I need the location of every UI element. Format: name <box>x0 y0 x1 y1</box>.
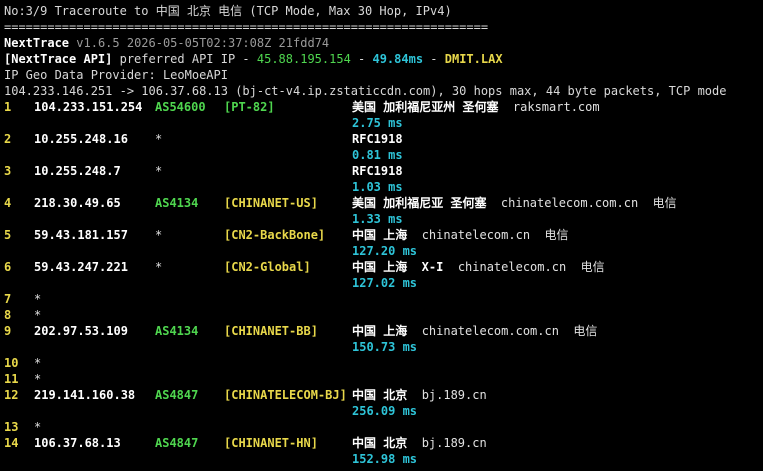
hop-geo: 中国 上海 <box>352 228 408 242</box>
hop-asn: * <box>155 260 163 274</box>
hop-ip: 104.233.151.254 <box>34 100 143 114</box>
hop-latency: 127.20 ms <box>352 244 418 258</box>
hop-geo: 中国 北京 <box>352 388 408 402</box>
hop-network-tag: [CHINATELECOM-BJ] <box>224 388 347 402</box>
hop-asn: * <box>155 228 163 242</box>
hop-number: 7 <box>4 292 12 306</box>
hop-number: 3 <box>4 164 12 178</box>
api-node: DMIT.LAX <box>444 52 503 66</box>
hop-ip: * <box>34 420 42 434</box>
hop-ip: 106.37.68.13 <box>34 436 121 450</box>
hop-geo: RFC1918 <box>352 164 403 178</box>
hop-asn: AS4847 <box>155 436 199 450</box>
hop-network-tag: [PT-82] <box>224 100 275 114</box>
hop-network-tag: [CHINANET-BB] <box>224 324 318 338</box>
hop-geo-line: 中国 上海 chinatelecom.com.cn 电信 <box>352 323 597 339</box>
api-latency: 49.84ms <box>372 52 424 66</box>
hop-geo: 中国 北京 <box>352 436 408 450</box>
tool-version-line: NextTrace v1.6.5 2026-05-05T02:37:08Z 21… <box>4 35 329 51</box>
api-sep-1: - <box>350 52 373 66</box>
hop-geo-line: 中国 上海 chinatelecom.cn 电信 <box>352 227 569 243</box>
hop-number: 4 <box>4 196 12 210</box>
hop-isp: 电信 <box>652 196 677 210</box>
tool-name: NextTrace <box>4 36 70 50</box>
hop-number: 11 <box>4 372 19 386</box>
trace-title: No:3/9 Traceroute to 中国 北京 电信 (TCP Mode,… <box>4 4 452 18</box>
hop-number: 6 <box>4 260 12 274</box>
geo-provider-line: IP Geo Data Provider: LeoMoeAPI <box>4 68 228 82</box>
api-line: [NextTrace API] preferred API IP - 45.88… <box>4 51 503 67</box>
hop-latency: 150.73 ms <box>352 340 418 354</box>
hop-latency: 256.09 ms <box>352 404 418 418</box>
hop-ip: * <box>34 292 42 306</box>
hop-isp: 电信 <box>580 260 605 274</box>
hop-asn: AS4134 <box>155 324 199 338</box>
hop-network-tag: [CN2-Global] <box>224 260 311 274</box>
hop-asn: AS4847 <box>155 388 199 402</box>
route-summary-line: 104.233.146.251 -> 106.37.68.13 (bj-ct-v… <box>4 84 727 98</box>
hop-ip: 59.43.181.157 <box>34 228 128 242</box>
hop-geo-line: 中国 北京 bj.189.cn <box>352 387 487 403</box>
hop-geo: 中国 上海 X-I <box>352 260 444 274</box>
hop-geo-line: 美国 加利福尼亚 圣何塞 chinatelecom.com.cn 电信 <box>352 195 677 211</box>
hop-ip: * <box>34 356 42 370</box>
hop-number: 12 <box>4 388 19 402</box>
hop-geo-line: 美国 加利福尼亚州 圣何塞 raksmart.com <box>352 99 600 115</box>
hop-asn: AS4134 <box>155 196 199 210</box>
hop-latency: 152.98 ms <box>352 452 418 466</box>
hop-asn: AS54600 <box>155 100 206 114</box>
hop-latency: 1.33 ms <box>352 212 403 226</box>
hop-ip: 59.43.247.221 <box>34 260 128 274</box>
hop-geo-line: RFC1918 <box>352 163 403 179</box>
tool-version: v1.6.5 2026-05-05T02:37:08Z 21fdd74 <box>76 36 330 50</box>
api-text: preferred API IP - <box>112 52 257 66</box>
hop-isp: 电信 <box>573 324 598 338</box>
hop-domain: chinatelecom.cn <box>457 260 567 274</box>
hop-asn: * <box>155 164 163 178</box>
api-sep-2: - <box>423 52 445 66</box>
hop-geo: 美国 加利福尼亚 圣何塞 <box>352 196 487 210</box>
hop-number: 9 <box>4 324 12 338</box>
hop-latency: 0.81 ms <box>352 148 403 162</box>
hop-ip: 219.141.160.38 <box>34 388 136 402</box>
api-ip: 45.88.195.154 <box>256 52 351 66</box>
hop-ip: 10.255.248.16 <box>34 132 128 146</box>
hop-isp: 电信 <box>544 228 569 242</box>
hop-number: 1 <box>4 100 12 114</box>
hop-network-tag: [CHINANET-US] <box>224 196 318 210</box>
hop-geo-line: RFC1918 <box>352 131 403 147</box>
hop-number: 2 <box>4 132 12 146</box>
hop-latency: 127.02 ms <box>352 276 418 290</box>
hop-geo-line: 中国 上海 X-I chinatelecom.cn 电信 <box>352 259 605 275</box>
hop-domain: bj.189.cn <box>421 436 487 450</box>
hop-number: 8 <box>4 308 12 322</box>
hop-latency: 2.75 ms <box>352 116 403 130</box>
hop-asn: * <box>155 132 163 146</box>
hop-ip: 202.97.53.109 <box>34 324 128 338</box>
hop-domain: raksmart.com <box>512 100 600 114</box>
hop-ip: 218.30.49.65 <box>34 196 121 210</box>
hop-number: 14 <box>4 436 19 450</box>
separator-rule: ========================================… <box>4 20 489 34</box>
hop-geo-line: 中国 北京 bj.189.cn <box>352 435 487 451</box>
hop-latency: 1.03 ms <box>352 180 403 194</box>
api-prefix: [NextTrace API] <box>4 52 113 66</box>
hop-domain: chinatelecom.com.cn <box>421 324 559 338</box>
hop-number: 5 <box>4 228 12 242</box>
hop-domain: chinatelecom.com.cn <box>500 196 639 210</box>
hop-ip: * <box>34 372 42 386</box>
hop-network-tag: [CHINANET-HN] <box>224 436 318 450</box>
hop-domain: bj.189.cn <box>421 388 487 402</box>
hop-number: 10 <box>4 356 19 370</box>
hop-geo: 美国 加利福尼亚州 圣何塞 <box>352 100 499 114</box>
hop-number: 13 <box>4 420 19 434</box>
hop-ip: * <box>34 308 42 322</box>
hop-ip: 10.255.248.7 <box>34 164 121 178</box>
hop-domain: chinatelecom.cn <box>421 228 531 242</box>
hop-geo: 中国 上海 <box>352 324 408 338</box>
hop-geo: RFC1918 <box>352 132 403 146</box>
terminal-window[interactable]: No:3/9 Traceroute to 中国 北京 电信 (TCP Mode,… <box>0 0 763 471</box>
hop-network-tag: [CN2-BackBone] <box>224 228 326 242</box>
